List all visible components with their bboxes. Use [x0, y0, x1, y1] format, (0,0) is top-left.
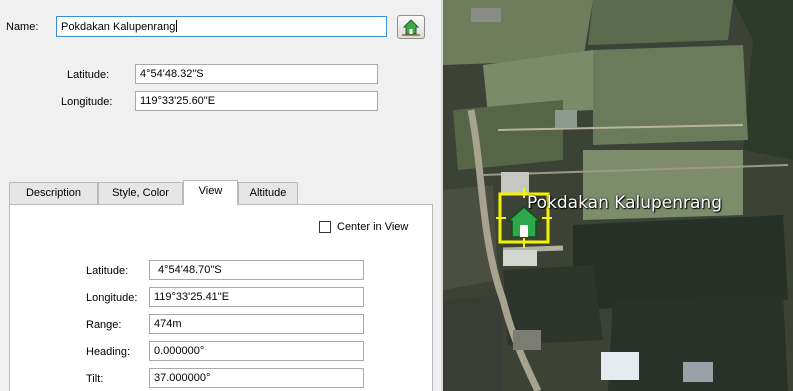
view-tab-panel: Center in View Latitude: 4°54'48.70"S Lo…: [9, 204, 433, 391]
heading-input[interactable]: 0.000000°: [149, 341, 364, 361]
view-longitude-value: 119°33'25.41"E: [154, 291, 230, 303]
house-icon: [402, 19, 420, 36]
longitude-input[interactable]: 119°33'25.60"E: [135, 91, 378, 111]
longitude-value: 119°33'25.60"E: [140, 95, 216, 107]
latitude-value: 4°54'48.32"S: [140, 68, 204, 80]
tab-altitude[interactable]: Altitude: [238, 182, 298, 204]
range-value: 474m: [154, 318, 182, 330]
tab-description[interactable]: Description: [9, 182, 98, 204]
range-label: Range:: [86, 319, 122, 331]
longitude-label: Longitude:: [61, 96, 113, 108]
name-label: Name:: [6, 21, 39, 33]
view-latitude-label: Latitude:: [86, 265, 129, 277]
text-cursor: [176, 20, 178, 32]
tab-style-color[interactable]: Style, Color: [98, 182, 183, 204]
heading-value: 0.000000°: [154, 345, 205, 357]
name-value: Pokdakan Kalupenrang: [61, 21, 176, 33]
range-input[interactable]: 474m: [149, 314, 364, 334]
tilt-label: Tilt:: [86, 373, 104, 385]
heading-label: Heading:: [86, 346, 131, 358]
tilt-input[interactable]: 37.000000°: [149, 368, 364, 388]
latitude-input[interactable]: 4°54'48.32"S: [135, 64, 378, 84]
view-latitude-value: 4°54'48.70"S: [158, 264, 222, 276]
name-input[interactable]: Pokdakan Kalupenrang: [56, 16, 387, 37]
tilt-value: 37.000000°: [154, 372, 211, 384]
center-in-view-label: Center in View: [337, 221, 409, 233]
center-in-view-checkbox[interactable]: [319, 221, 331, 233]
placemark-map-label: Pokdakan Kalupenrang: [527, 193, 723, 213]
latitude-label: Latitude:: [67, 69, 110, 81]
placemark-icon-button[interactable]: [397, 15, 425, 39]
view-longitude-input[interactable]: 119°33'25.41"E: [149, 287, 364, 307]
tab-view[interactable]: View: [183, 180, 238, 205]
placemark-properties-panel: Name: Pokdakan Kalupenrang Latitude: 4°5…: [0, 0, 443, 391]
view-longitude-label: Longitude:: [86, 292, 138, 304]
view-latitude-input[interactable]: 4°54'48.70"S: [149, 260, 364, 280]
